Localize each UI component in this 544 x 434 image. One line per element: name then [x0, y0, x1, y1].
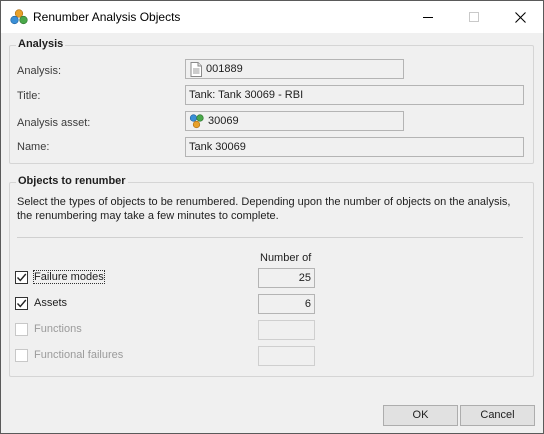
separator	[17, 237, 523, 238]
maximize-icon	[469, 12, 479, 22]
cancel-button[interactable]: Cancel	[460, 405, 535, 426]
name-field[interactable]: Tank 30069	[185, 137, 524, 157]
analysis-label: Analysis:	[17, 65, 62, 77]
analysis-id-field[interactable]: 001889	[185, 59, 404, 79]
assets-label[interactable]: Assets	[34, 297, 67, 309]
asset-icon	[189, 113, 204, 128]
functions-label: Functions	[34, 323, 82, 335]
name-value: Tank 30069	[189, 141, 246, 153]
ok-button[interactable]: OK	[383, 405, 458, 426]
checkmark-icon	[16, 273, 27, 282]
minimize-button[interactable]	[405, 1, 451, 33]
failure-modes-label[interactable]: Failure modes	[33, 270, 105, 284]
app-icon	[10, 9, 28, 25]
maximize-button[interactable]	[451, 1, 497, 33]
objects-group-title: Objects to renumber	[16, 175, 128, 187]
minimize-icon	[423, 17, 433, 18]
functional-failures-label: Functional failures	[34, 349, 124, 361]
close-button[interactable]	[497, 1, 543, 33]
functions-count	[258, 320, 315, 340]
title-label: Title:	[17, 90, 41, 102]
name-label: Name:	[17, 141, 50, 153]
objects-description: Select the types of objects to be renumb…	[17, 196, 511, 222]
functional-failures-checkbox[interactable]	[15, 349, 28, 362]
assets-count: 6	[258, 294, 315, 314]
functional-failures-count	[258, 346, 315, 366]
close-icon	[514, 11, 526, 23]
title-value: Tank: Tank 30069 - RBI	[189, 89, 304, 101]
analysis-id-value: 001889	[206, 63, 243, 75]
checkmark-icon	[16, 299, 27, 308]
functions-checkbox[interactable]	[15, 323, 28, 336]
failure-modes-count: 25	[258, 268, 315, 288]
analysis-asset-field[interactable]: 30069	[185, 111, 404, 131]
title-field[interactable]: Tank: Tank 30069 - RBI	[185, 85, 524, 105]
title-bar[interactable]: Renumber Analysis Objects	[1, 1, 543, 33]
analysis-asset-label: Analysis asset:	[17, 117, 91, 129]
document-icon	[190, 61, 202, 77]
analysis-asset-value: 30069	[208, 115, 239, 127]
failure-modes-checkbox[interactable]	[15, 271, 28, 284]
analysis-group-title: Analysis	[16, 38, 66, 50]
window-title: Renumber Analysis Objects	[33, 10, 181, 24]
dialog-window: Renumber Analysis Objects Analysis Analy…	[0, 0, 544, 434]
number-of-column-header: Number of	[260, 252, 312, 264]
assets-checkbox[interactable]	[15, 297, 28, 310]
